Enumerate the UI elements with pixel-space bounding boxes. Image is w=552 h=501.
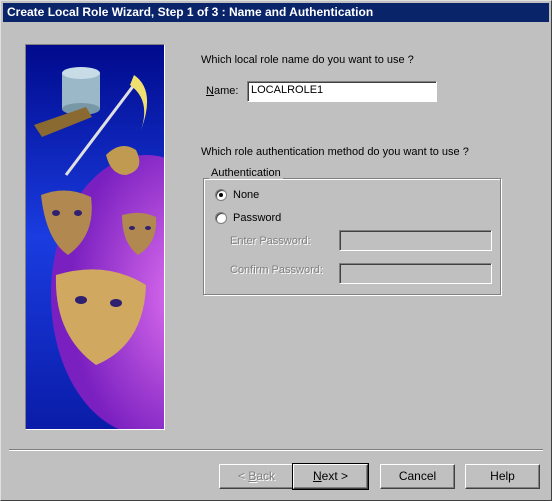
auth-password-radio[interactable]: [215, 212, 227, 224]
name-label-accel: N: [206, 85, 214, 97]
auth-password-label[interactable]: Password: [233, 212, 281, 224]
radio-selected-dot: [219, 193, 223, 197]
wizard-illustration: [25, 44, 165, 430]
auth-method-question: Which role authentication method do you …: [201, 146, 469, 158]
next-button[interactable]: Next >: [292, 463, 369, 490]
back-rest: ack: [256, 469, 276, 483]
next-accel: N: [312, 469, 322, 483]
wizard-window: Create Local Role Wizard, Step 1 of 3 : …: [0, 0, 552, 501]
confirm-password-label: Confirm Password:: [230, 264, 323, 276]
button-separator: [9, 449, 543, 451]
authentication-group-label: Authentication: [209, 167, 283, 179]
next-rest: ext >: [321, 469, 349, 483]
name-label: Name:: [206, 85, 238, 97]
window-title: Create Local Role Wizard, Step 1 of 3 : …: [3, 3, 549, 22]
confirm-password-field[interactable]: [339, 263, 492, 284]
cancel-button[interactable]: Cancel: [380, 464, 455, 489]
enter-password-label: Enter Password:: [230, 235, 311, 247]
role-name-question: Which local role name do you want to use…: [201, 54, 414, 66]
help-button[interactable]: Help: [465, 464, 540, 489]
auth-none-radio[interactable]: [215, 189, 227, 201]
role-name-input[interactable]: LOCALROLE1: [247, 81, 437, 102]
auth-none-label[interactable]: None: [233, 189, 259, 201]
back-button[interactable]: < Back: [219, 464, 294, 489]
back-prefix: <: [237, 469, 249, 483]
name-label-rest: ame:: [213, 85, 239, 97]
enter-password-field[interactable]: [339, 230, 492, 251]
